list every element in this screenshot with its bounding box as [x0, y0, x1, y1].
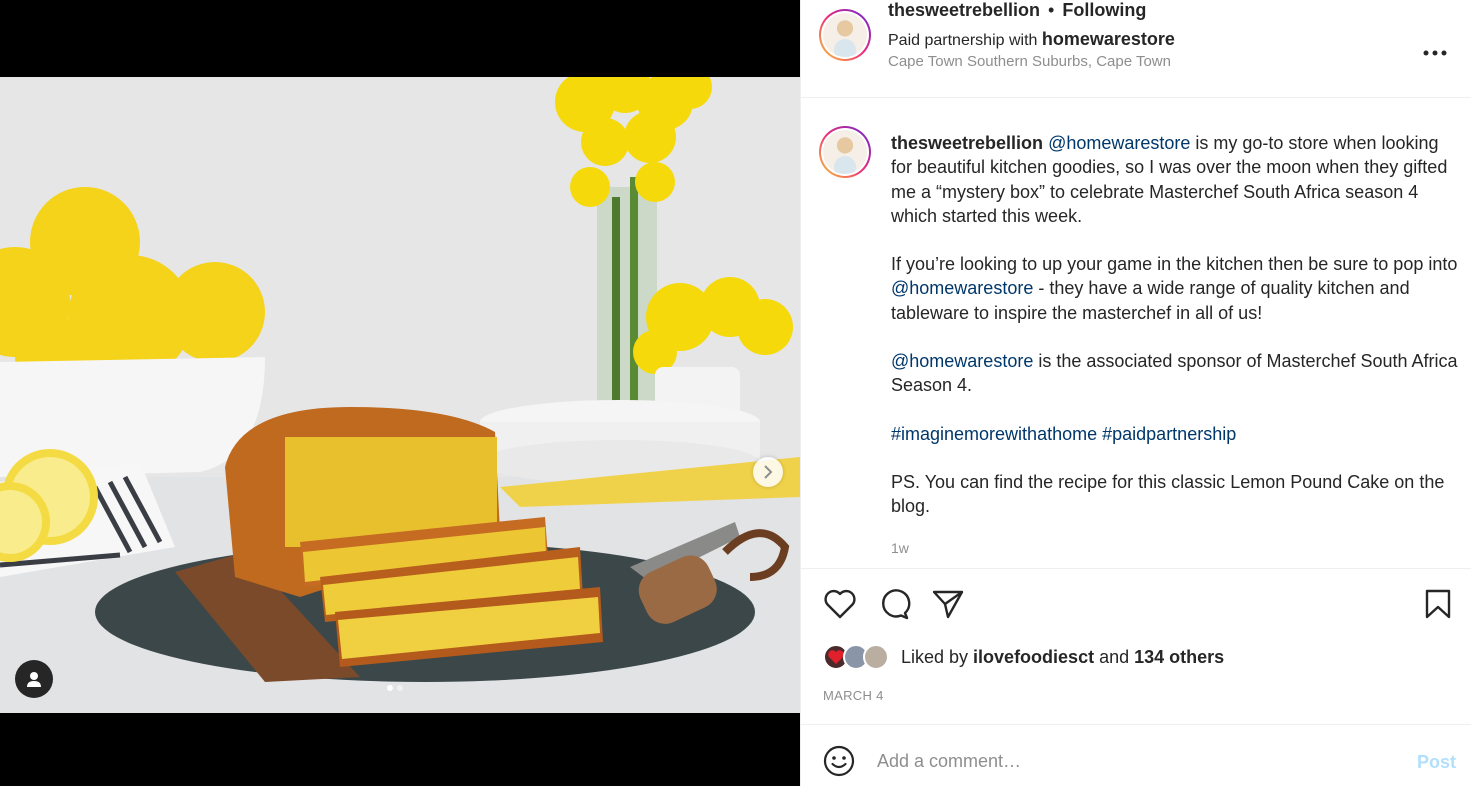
tagged-users-button[interactable] [15, 660, 53, 698]
comment-button[interactable] [877, 588, 911, 625]
avatar-image [823, 13, 867, 57]
caption-text: thesweetrebellion @homewarestore is my g… [891, 131, 1461, 543]
caption-username-link[interactable]: thesweetrebellion [891, 133, 1043, 153]
hashtag-link[interactable]: #imaginemorewithathome [891, 424, 1097, 444]
save-button[interactable] [1423, 588, 1453, 625]
post-media [0, 0, 800, 786]
partnership-label: Paid partnership with homewarestore [888, 29, 1175, 50]
liker-avatar [863, 644, 889, 670]
user-icon [27, 672, 41, 687]
location-link[interactable]: Cape Town Southern Suburbs, Cape Town [888, 53, 1171, 70]
smiley-icon [823, 745, 855, 777]
partner-link[interactable]: homewarestore [1042, 29, 1175, 49]
partnership-prefix: Paid partnership with [888, 32, 1038, 49]
post-comment-button[interactable]: Post [1417, 752, 1456, 773]
mention-link[interactable]: @homewarestore [1048, 133, 1190, 153]
mention-link[interactable]: @homewarestore [891, 351, 1033, 371]
likes-summary: Liked by ilovefoodiesct and 134 others [823, 644, 1224, 670]
lemon-pound-cake-photo [0, 77, 800, 713]
following-button[interactable]: Following [1062, 0, 1146, 21]
comment-icon [882, 589, 911, 620]
more-horizontal-icon [1423, 50, 1447, 56]
header-title-row: thesweetrebellion • Following [888, 0, 1146, 21]
caption-avatar[interactable] [819, 126, 871, 178]
post-date[interactable]: MARCH 4 [823, 688, 884, 703]
share-button[interactable] [931, 588, 965, 625]
like-button[interactable] [823, 588, 857, 625]
caption-paragraph-2a: If you’re looking to up your game in the… [891, 254, 1458, 275]
post-header: thesweetrebellion • Following Paid partn… [801, 0, 1471, 98]
comment-bar: Post [801, 724, 1471, 786]
liker-avatars [823, 644, 893, 670]
bookmark-icon [1425, 589, 1451, 619]
likes-text: Liked by ilovefoodiesct and 134 others [901, 647, 1224, 668]
carousel-indicator [387, 685, 403, 691]
hashtag-link[interactable]: #paidpartnership [1102, 424, 1236, 444]
carousel-next-button[interactable] [753, 457, 783, 487]
caption-timestamp[interactable]: 1w [891, 540, 909, 556]
author-username-link[interactable]: thesweetrebellion [888, 0, 1040, 21]
carousel-dot-active [387, 685, 393, 691]
send-icon [932, 590, 964, 619]
comment-input[interactable] [877, 745, 1397, 777]
carousel-dot [397, 685, 403, 691]
emoji-button[interactable] [823, 745, 855, 782]
caption-section: thesweetrebellion @homewarestore is my g… [801, 99, 1471, 569]
liker-username-link[interactable]: ilovefoodiesct [973, 647, 1094, 667]
avatar-image [823, 130, 867, 174]
likes-prefix: Liked by [901, 646, 974, 667]
caption-paragraph-5: PS. You can find the recipe for this cla… [891, 471, 1445, 517]
chevron-right-icon [764, 465, 773, 479]
more-options-button[interactable] [1423, 36, 1447, 62]
author-avatar[interactable] [819, 9, 871, 61]
separator-dot: • [1048, 0, 1055, 20]
mention-link[interactable]: @homewarestore [891, 278, 1033, 298]
post-photo[interactable] [0, 77, 800, 713]
likes-middle: and [1094, 646, 1135, 667]
heart-icon [824, 589, 856, 619]
action-bar [801, 570, 1471, 640]
post-sidebar: thesweetrebellion • Following Paid partn… [800, 0, 1471, 786]
likes-count-link[interactable]: 134 others [1134, 647, 1224, 667]
